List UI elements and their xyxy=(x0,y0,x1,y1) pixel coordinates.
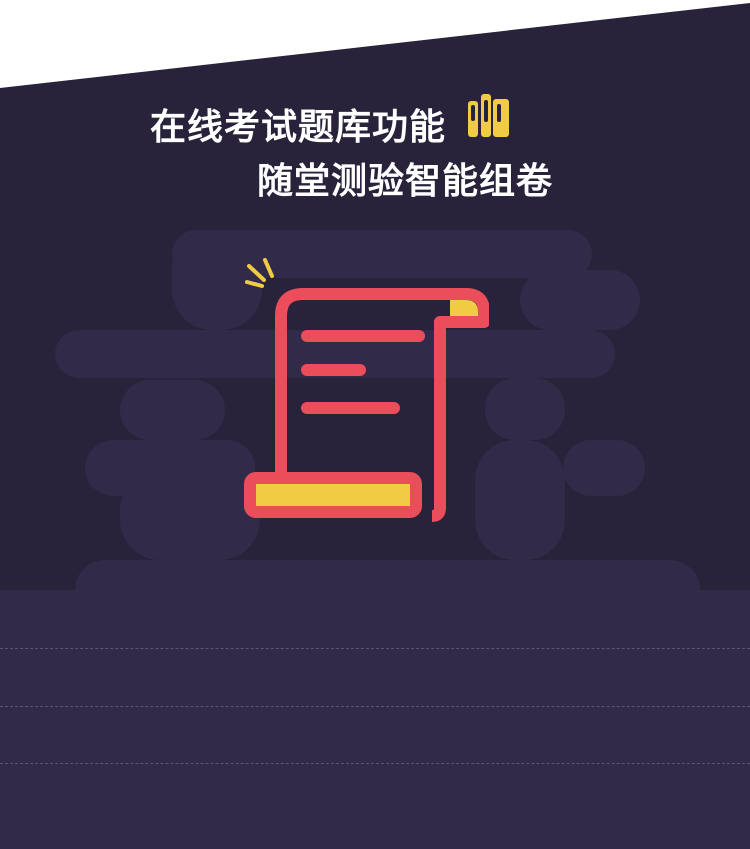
headline-line-2: 随堂测验智能组卷 xyxy=(257,161,554,202)
books-icon xyxy=(466,92,511,139)
divider-2 xyxy=(0,706,750,707)
headline: 在线考试题库功能 随堂测验智能组卷 xyxy=(0,0,750,220)
scroll-corner-fill xyxy=(450,300,478,316)
headline-line-1: 在线考试题库功能 xyxy=(150,107,447,148)
divider-1 xyxy=(0,648,750,649)
scroll-bottom-roll xyxy=(244,472,422,518)
sparkle-lines xyxy=(245,258,274,288)
exam-paper-scroll-icon xyxy=(244,258,489,522)
divider-3 xyxy=(0,763,750,764)
text-lines xyxy=(301,330,425,414)
feature-banner: 在线考试题库功能 随堂测验智能组卷 xyxy=(0,0,750,849)
scroll-curl xyxy=(431,507,446,522)
